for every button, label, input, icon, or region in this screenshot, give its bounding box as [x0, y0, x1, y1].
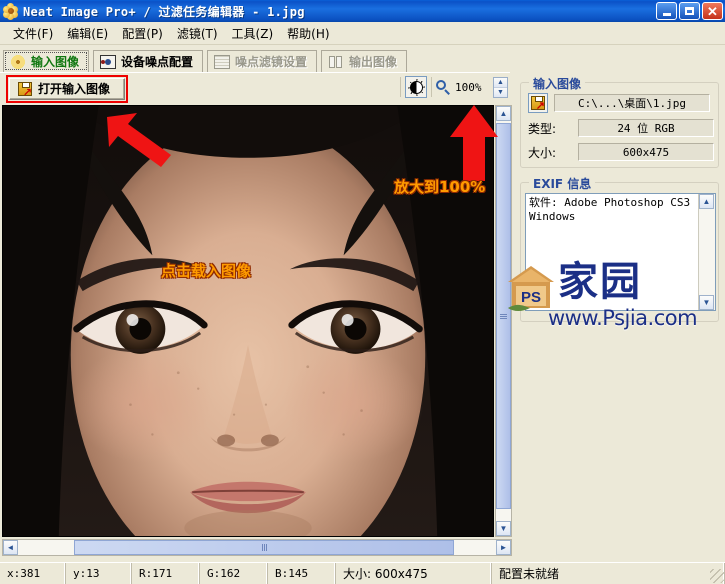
exif-scrollbar[interactable]: ▲ ▼ [698, 194, 715, 310]
input-path-row: C:\...\桌面\1.jpg [528, 93, 710, 113]
image-preview-canvas[interactable]: 点击载入图像 [2, 105, 494, 537]
scroll-thumb-grip [500, 314, 507, 319]
right-side-panel: 输入图像 C:\...\桌面\1.jpg 类型: 24 位 RGB 大小: 60… [516, 72, 723, 560]
status-g: G:162 [200, 563, 268, 584]
tab-label: 输入图像 [31, 53, 79, 70]
status-size: 大小: 600x475 [336, 563, 492, 584]
toolbar-right-group: 100% ▲ ▼ [400, 76, 508, 98]
zoom-stepper-down[interactable]: ▼ [494, 88, 507, 97]
menu-item-help[interactable]: 帮助(H) [280, 23, 336, 44]
open-input-image-small-button[interactable] [528, 93, 548, 113]
tab-label: 输出图像 [349, 53, 397, 70]
toolbar-divider [400, 77, 401, 97]
tab-device-noise-profile[interactable]: 设备噪点配置 [93, 50, 203, 72]
input-image-group: 输入图像 C:\...\桌面\1.jpg 类型: 24 位 RGB 大小: 60… [520, 82, 719, 168]
open-button-highlight: 打开输入图像 [6, 75, 128, 103]
window-controls: ✕ [656, 2, 723, 20]
tab-input-image[interactable]: 输入图像 [3, 50, 89, 72]
window-title: Neat Image Pro+ / 过滤任务编辑器 - 1.jpg [23, 3, 305, 20]
menu-item-file[interactable]: 文件(F) [6, 23, 60, 44]
horizontal-scroll-thumb[interactable] [74, 540, 454, 555]
menu-item-tools[interactable]: 工具(Z) [225, 23, 281, 44]
tab-strip: 输入图像 设备噪点配置 噪点滤镜设置 输出图像 [0, 46, 725, 72]
wave-icon [214, 55, 230, 69]
open-input-image-button[interactable]: 打开输入图像 [9, 78, 125, 100]
close-icon: ✕ [707, 5, 718, 18]
flower-icon [10, 55, 26, 69]
scroll-right-button[interactable]: ► [496, 540, 511, 555]
status-r: R:171 [132, 563, 200, 584]
exif-text-box[interactable]: 软件: Adobe Photoshop CS3 Windows ▲ ▼ [525, 193, 716, 311]
zoom-stepper[interactable]: ▲ ▼ [493, 77, 508, 98]
status-bar: x:381 y:13 R:171 G:162 B:145 大小: 600x475… [0, 562, 725, 584]
tab-noise-filter-settings[interactable]: 噪点滤镜设置 [207, 50, 317, 72]
zoom-stepper-up[interactable]: ▲ [494, 78, 507, 88]
scroll-left-button[interactable]: ◄ [3, 540, 18, 555]
minimize-button[interactable] [656, 2, 677, 20]
toolbar-divider [431, 77, 432, 97]
type-value: 24 位 RGB [578, 119, 714, 137]
open-input-image-label: 打开输入图像 [38, 80, 110, 97]
brightness-contrast-icon [410, 81, 423, 94]
menu-item-edit[interactable]: 编辑(E) [60, 23, 115, 44]
resize-grip-icon[interactable] [710, 569, 724, 583]
portrait-photo [3, 106, 493, 536]
menu-item-profile[interactable]: 配置(P) [115, 23, 170, 44]
flower-icon [3, 3, 19, 19]
input-size-row: 大小: 600x475 [528, 143, 714, 161]
horizontal-scroll-track[interactable] [18, 540, 496, 555]
status-b: B:145 [268, 563, 336, 584]
application-window: Neat Image Pro+ / 过滤任务编辑器 - 1.jpg ✕ 文件(F… [0, 0, 725, 584]
tab-output-image[interactable]: 输出图像 [321, 50, 407, 72]
close-button[interactable]: ✕ [702, 2, 723, 20]
exif-text-content: 软件: Adobe Photoshop CS3 Windows [526, 194, 698, 310]
canvas-vertical-scrollbar[interactable]: ▲ ▼ [495, 105, 512, 537]
exif-info-group-title: EXIF 信息 [529, 175, 595, 192]
tab-label: 噪点滤镜设置 [235, 53, 307, 70]
scroll-up-button[interactable]: ▲ [496, 106, 511, 121]
magnifier-icon [436, 80, 451, 95]
input-type-row: 类型: 24 位 RGB [528, 119, 714, 137]
save-disk-icon [531, 96, 545, 110]
menu-bar: 文件(F) 编辑(E) 配置(P) 滤镜(T) 工具(Z) 帮助(H) [0, 22, 725, 45]
size-value: 600x475 [578, 143, 714, 161]
title-bar: Neat Image Pro+ / 过滤任务编辑器 - 1.jpg ✕ [0, 0, 725, 22]
vertical-scroll-track[interactable] [496, 121, 511, 521]
save-disk-icon [18, 82, 32, 96]
pages-icon [328, 55, 344, 69]
brightness-contrast-button[interactable] [405, 76, 427, 98]
zoom-level-value: 100% [455, 81, 489, 94]
status-x: x:381 [0, 563, 66, 584]
status-message: 配置未就绪 [492, 563, 725, 584]
status-y: y:13 [66, 563, 132, 584]
exif-info-group: EXIF 信息 软件: Adobe Photoshop CS3 Windows … [520, 182, 719, 322]
input-image-group-title: 输入图像 [529, 75, 585, 92]
image-toolbar: 打开输入图像 100% ▲ ▼ [0, 72, 510, 104]
input-file-path: C:\...\桌面\1.jpg [554, 94, 710, 112]
vertical-scroll-thumb[interactable] [496, 123, 511, 509]
size-label: 大小: [528, 144, 572, 161]
menu-item-filter[interactable]: 滤镜(T) [170, 23, 225, 44]
exif-scroll-down-button[interactable]: ▼ [699, 295, 714, 310]
maximize-button[interactable] [679, 2, 700, 20]
scroll-down-button[interactable]: ▼ [496, 521, 511, 536]
type-label: 类型: [528, 120, 572, 137]
camera-icon [100, 55, 116, 69]
scroll-thumb-grip [262, 544, 267, 551]
canvas-horizontal-scrollbar[interactable]: ◄ ► [2, 539, 512, 556]
exif-scroll-up-button[interactable]: ▲ [699, 194, 714, 209]
tab-label: 设备噪点配置 [121, 53, 193, 70]
